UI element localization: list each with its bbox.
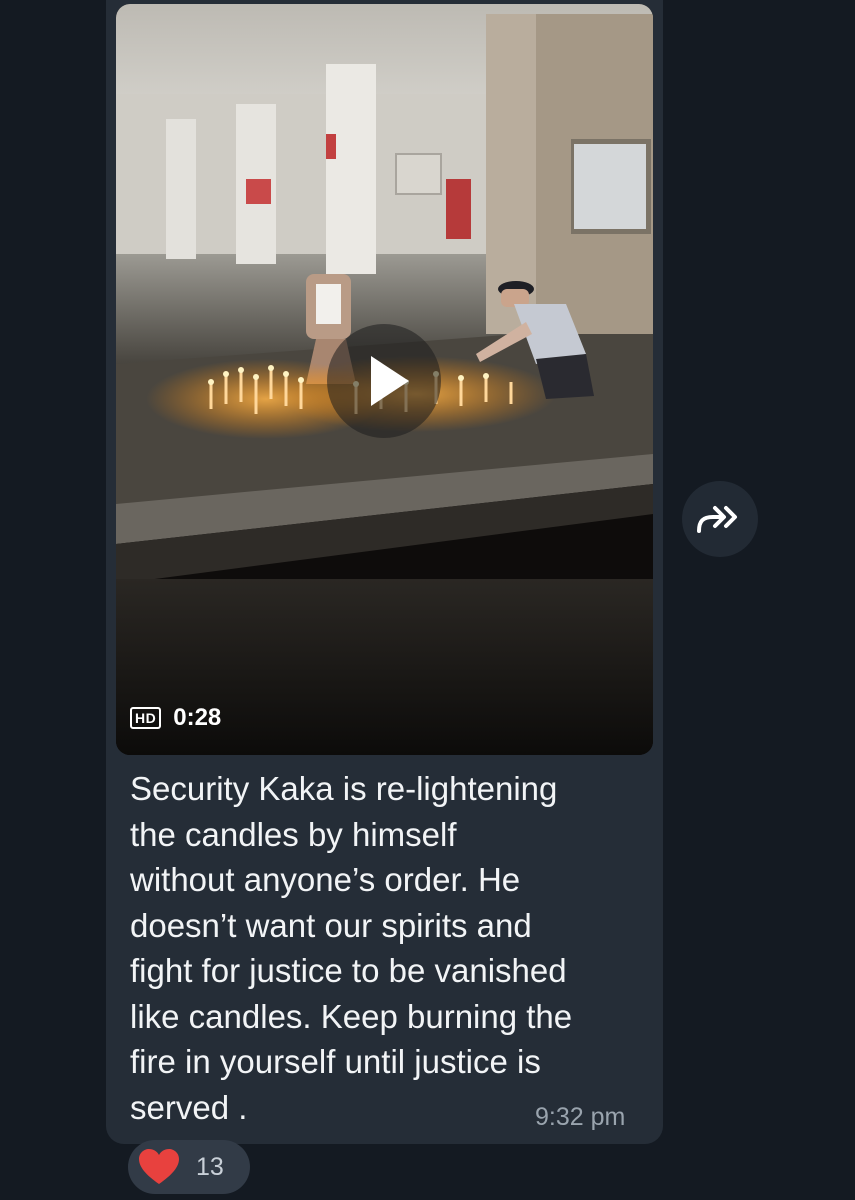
heart-reaction[interactable]: 13 bbox=[128, 1140, 250, 1194]
video-meta: HD 0:28 bbox=[130, 704, 221, 732]
hd-badge: HD bbox=[130, 707, 162, 729]
play-icon bbox=[371, 356, 409, 406]
heart-icon bbox=[139, 1149, 179, 1184]
message-timestamp: 9:32 pm bbox=[535, 1103, 626, 1131]
video-duration: 0:28 bbox=[173, 704, 222, 731]
video-attachment[interactable]: HD 0:28 bbox=[116, 4, 653, 755]
play-button[interactable] bbox=[327, 324, 441, 438]
forward-arrow-icon bbox=[697, 506, 737, 533]
reaction-count: 13 bbox=[196, 1152, 224, 1181]
message-caption: Security Kaka is re-lightening the candl… bbox=[130, 770, 573, 1126]
forward-button[interactable] bbox=[682, 481, 758, 557]
